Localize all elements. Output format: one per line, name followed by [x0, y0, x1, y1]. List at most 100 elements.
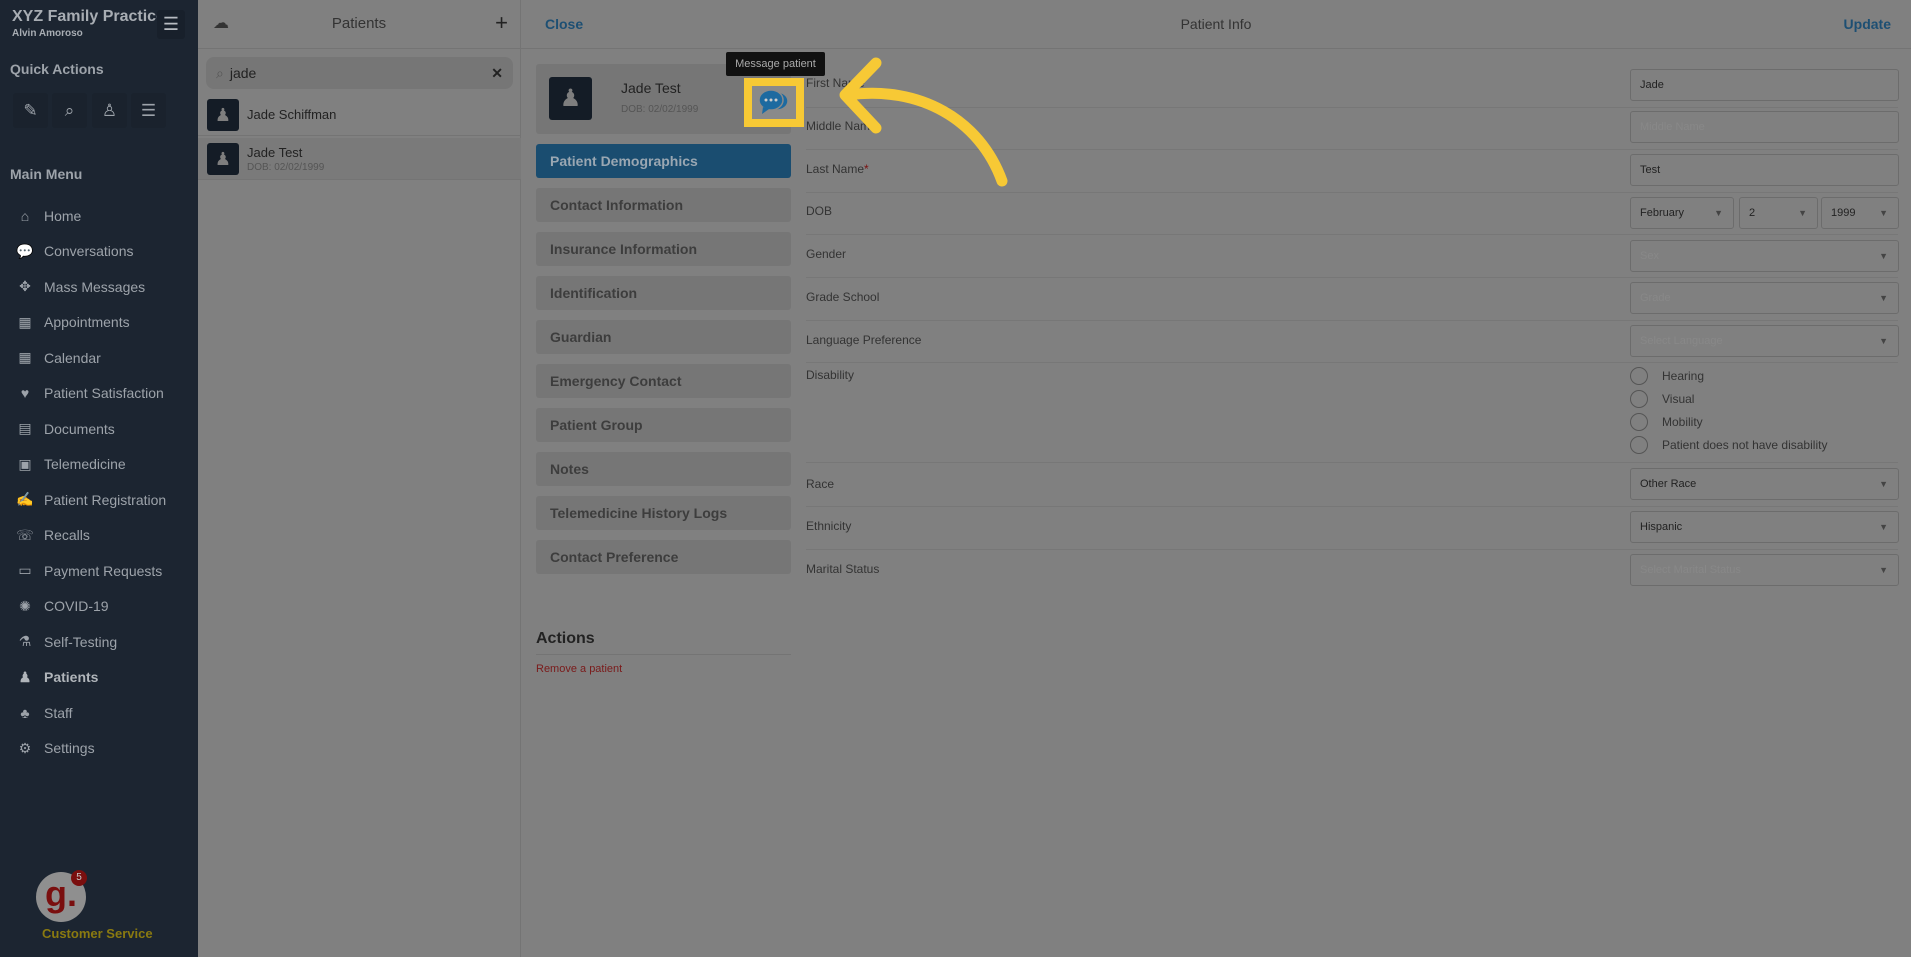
sidebar-item-label: Home [44, 207, 82, 224]
radio-mobility[interactable]: Mobility [1630, 413, 1703, 431]
sidebar-item-label: Patients [44, 669, 99, 686]
recalls-icon: ☏ [16, 526, 34, 543]
sidebar-item-label: Settings [44, 740, 95, 757]
search-icon: ⌕ [216, 64, 224, 81]
radio-hearing[interactable]: Hearing [1630, 367, 1704, 385]
caret-down-icon: ▼ [1879, 479, 1888, 489]
sidebar-item-label: Telemedicine [44, 456, 126, 473]
mass-messages-icon: ✥ [19, 278, 31, 295]
sidebar-item-label: COVID-19 [44, 598, 109, 615]
nav-telemedicine-history-logs[interactable]: Telemedicine History Logs [536, 496, 791, 530]
sidebar-item-label: Documents [44, 420, 115, 437]
sidebar-item-self-testing[interactable]: ⚗ Self-Testing [0, 624, 198, 660]
divider [806, 506, 1898, 507]
radio-no-disability[interactable]: Patient does not have disability [1630, 436, 1827, 454]
sidebar: XYZ Family Practice Alvin Amoroso ☰ Quic… [0, 0, 198, 957]
chat-bubbles-icon [758, 88, 789, 114]
dob-month-select[interactable]: February ▼ [1630, 197, 1734, 229]
nav-guardian[interactable]: Guardian [536, 320, 791, 354]
ethnicity-select[interactable]: Hispanic ▼ [1630, 511, 1899, 543]
patient-search-input[interactable]: ⌕ jade ✕ [206, 57, 513, 89]
staff-icon: ♣ [20, 704, 30, 721]
nav-contact-information[interactable]: Contact Information [536, 188, 791, 222]
sidebar-item-telemedicine[interactable]: ▣ Telemedicine [0, 447, 198, 483]
marital-status-select[interactable]: Select Marital Status ▼ [1630, 554, 1899, 586]
sidebar-item-label: Patient Satisfaction [44, 385, 164, 402]
remove-patient-link[interactable]: Remove a patient [536, 663, 622, 675]
customer-service-label[interactable]: Customer Service [42, 926, 153, 941]
gender-select[interactable]: Sex ▼ [1630, 240, 1899, 272]
sidebar-item-mass-messages[interactable]: ✥ Mass Messages [0, 269, 198, 305]
sidebar-item-label: Appointments [44, 314, 130, 331]
dob-label: DOB [806, 204, 833, 218]
sidebar-item-label: Calendar [44, 349, 101, 366]
caret-down-icon: ▼ [1714, 208, 1723, 218]
patient-name: Jade Schiffman [247, 107, 337, 122]
sliders-icon[interactable]: ☰ [131, 93, 166, 128]
telemedicine-icon: ▣ [18, 455, 32, 472]
sidebar-item-staff[interactable]: ♣ Staff [0, 695, 198, 731]
nav-identification[interactable]: Identification [536, 276, 791, 310]
sidebar-item-documents[interactable]: ▤ Documents [0, 411, 198, 447]
sidebar-item-patients[interactable]: ♟ Patients [0, 660, 198, 696]
sidebar-item-calendar[interactable]: ▦ Calendar [0, 340, 198, 376]
caret-down-icon: ▼ [1879, 251, 1888, 261]
sidebar-item-home[interactable]: ⌂ Home [0, 198, 198, 234]
last-name-label: Last Name* [806, 162, 869, 176]
appointments-icon: ▦ [18, 313, 32, 330]
patient-icon: ♟ [18, 668, 32, 685]
add-patient-button[interactable]: + [495, 10, 508, 36]
user-name: Alvin Amoroso [12, 28, 83, 39]
divider [806, 362, 1898, 363]
last-name-input[interactable]: Test [1630, 154, 1899, 186]
nav-patient-demographics[interactable]: Patient Demographics [536, 144, 791, 178]
sidebar-item-settings[interactable]: ⚙ Settings [0, 731, 198, 767]
nav-insurance-information[interactable]: Insurance Information [536, 232, 791, 266]
search-icon[interactable]: ⌕ [52, 93, 87, 128]
language-label: Language Preference [806, 333, 922, 347]
patient-card: ♟ Jade Test DOB: 02/02/1999 Message pati… [536, 52, 825, 134]
divider [806, 149, 1898, 150]
registration-icon: ✍ [16, 491, 34, 508]
sidebar-item-patient-satisfaction[interactable]: ♥ Patient Satisfaction [0, 376, 198, 412]
sidebar-item-label: Staff [44, 704, 73, 721]
clear-search-icon[interactable]: ✕ [491, 65, 503, 82]
compose-icon[interactable]: ✎ [13, 93, 48, 128]
caret-down-icon: ▼ [1798, 208, 1807, 218]
ethnicity-label: Ethnicity [806, 519, 852, 533]
sidebar-item-payment-requests[interactable]: ▭ Payment Requests [0, 553, 198, 589]
caret-down-icon: ▼ [1879, 565, 1888, 575]
dob-day-select[interactable]: 2 ▼ [1739, 197, 1818, 229]
conversations-icon: 💬 [16, 242, 34, 259]
dob-year-select[interactable]: 1999 ▼ [1821, 197, 1899, 229]
radio-visual[interactable]: Visual [1630, 390, 1694, 408]
sidebar-item-appointments[interactable]: ▦ Appointments [0, 305, 198, 341]
patient-icon[interactable]: ♙ [92, 93, 127, 128]
grade-select[interactable]: Grade ▼ [1630, 282, 1899, 314]
main-menu-title: Main Menu [10, 166, 83, 182]
race-select[interactable]: Other Race ▼ [1630, 468, 1899, 500]
patient-info-panel: Close Patient Info Update ♟ Jade Test DO… [521, 0, 1911, 957]
nav-notes[interactable]: Notes [536, 452, 791, 486]
divider [806, 234, 1898, 235]
caret-down-icon: ▼ [1879, 522, 1888, 532]
patient-row[interactable]: ♟ Jade Schiffman [198, 94, 521, 136]
sidebar-item-patient-registration[interactable]: ✍ Patient Registration [0, 482, 198, 518]
middle-name-label: Middle Name [806, 119, 877, 133]
middle-name-input[interactable]: Middle Name [1630, 111, 1899, 143]
sidebar-item-covid-19[interactable]: ✺ COVID-19 [0, 589, 198, 625]
sidebar-item-recalls[interactable]: ☏ Recalls [0, 518, 198, 554]
nav-emergency-contact[interactable]: Emergency Contact [536, 364, 791, 398]
hamburger-menu-icon[interactable]: ☰ [157, 10, 185, 39]
first-name-input[interactable]: Jade [1630, 69, 1899, 101]
language-select[interactable]: Select Language ▼ [1630, 325, 1899, 357]
patient-row[interactable]: ♟ Jade Test DOB: 02/02/1999 [198, 138, 521, 180]
actions-title: Actions [536, 630, 595, 647]
message-patient-button[interactable] [744, 78, 804, 127]
nav-contact-preference[interactable]: Contact Preference [536, 540, 791, 574]
gender-label: Gender [806, 247, 847, 261]
sidebar-item-conversations[interactable]: 💬 Conversations [0, 234, 198, 270]
credit-card-icon: ▭ [18, 562, 32, 579]
update-button[interactable]: Update [1844, 16, 1891, 32]
nav-patient-group[interactable]: Patient Group [536, 408, 791, 442]
